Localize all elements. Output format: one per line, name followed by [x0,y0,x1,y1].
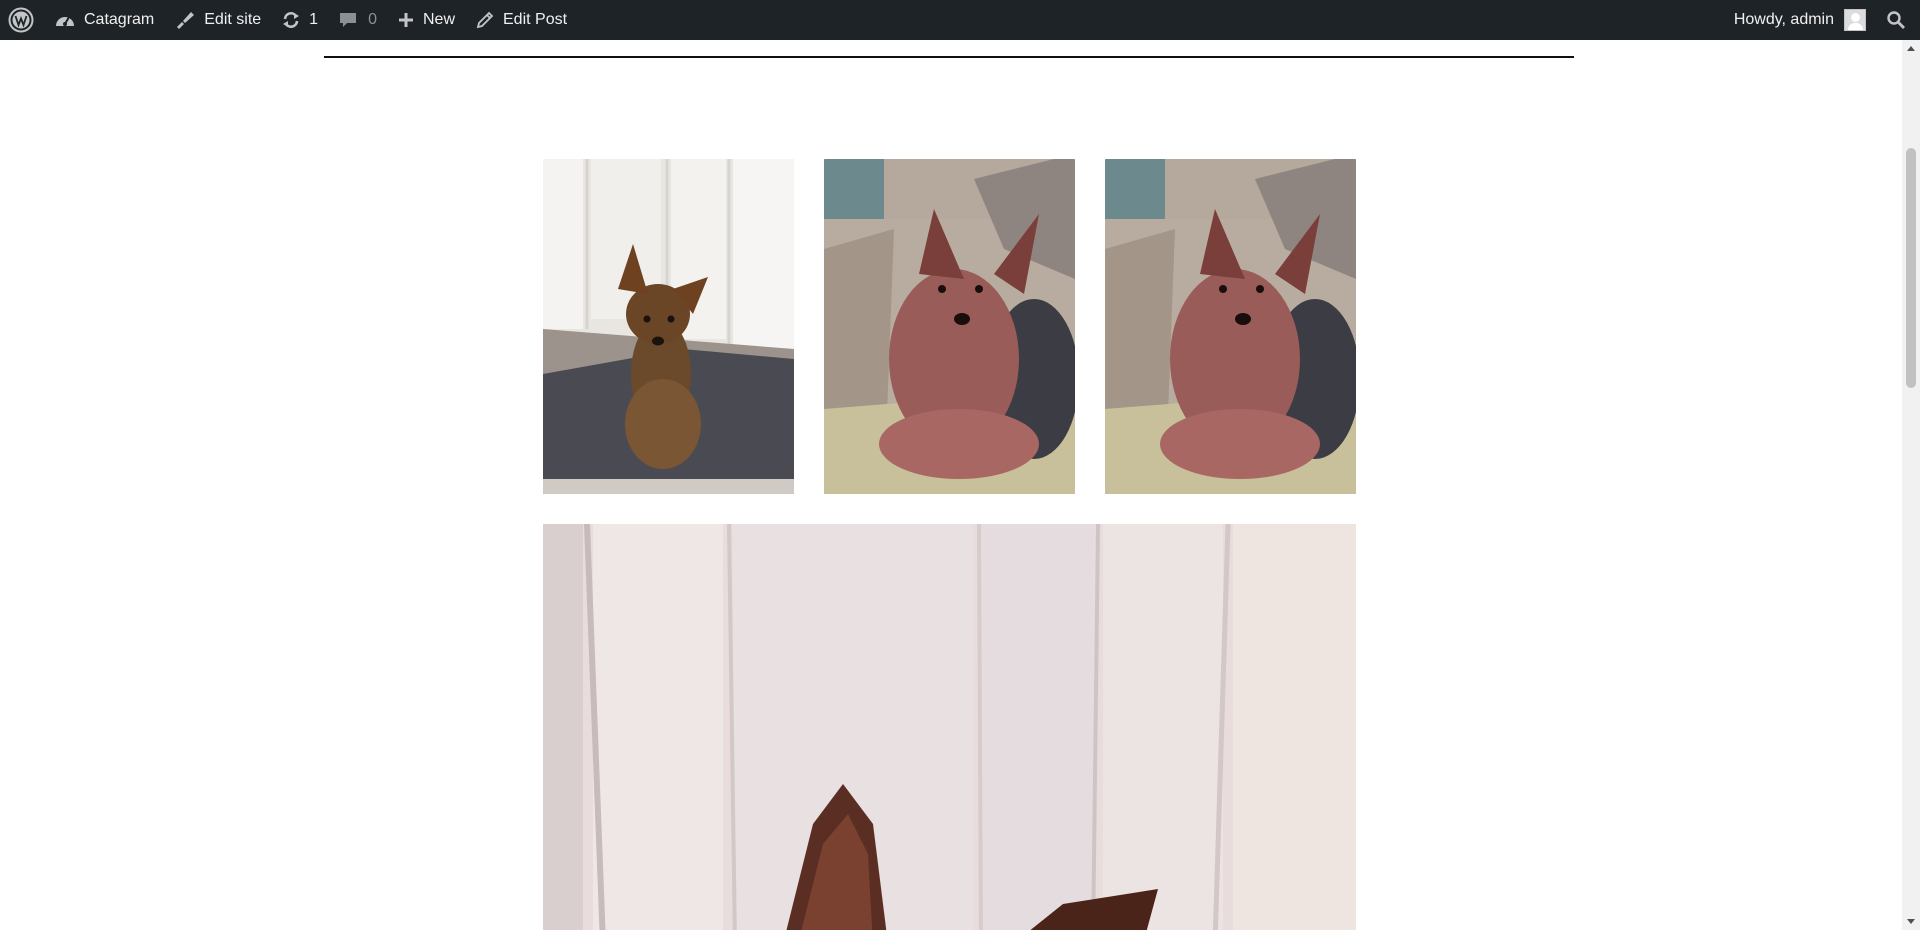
account-menu[interactable]: Howdy, admin [1724,0,1876,40]
comments-count: 0 [368,11,377,28]
wordpress-logo-icon [8,7,34,33]
edit-post-link[interactable]: Edit Post [465,0,577,40]
post-content [0,40,1902,930]
search-icon [1886,10,1906,30]
gallery-image-2[interactable] [824,159,1075,494]
gallery-image-1[interactable] [543,159,794,494]
scrollbar-thumb[interactable] [1906,148,1916,388]
search-button[interactable] [1876,0,1920,40]
brush-icon [174,10,196,30]
greeting-label: Howdy, admin [1733,11,1834,28]
updates-link[interactable]: 1 [271,0,328,40]
updates-count: 1 [309,11,319,28]
admin-bar: Catagram Edit site 1 0 New Edit Post How… [0,0,1920,40]
edit-post-label: Edit Post [503,11,568,28]
site-name-label: Catagram [84,11,155,28]
scroll-down-icon[interactable] [1907,919,1915,924]
edit-site-link[interactable]: Edit site [164,0,271,40]
plus-icon [397,11,415,29]
edit-site-label: Edit site [204,11,262,28]
site-name-menu[interactable]: Catagram [44,0,164,40]
wordpress-menu[interactable] [0,0,44,40]
gallery-image-4[interactable] [543,524,1356,930]
scroll-up-icon[interactable] [1907,46,1915,51]
page-scrollbar[interactable] [1902,40,1920,930]
new-content-menu[interactable]: New [387,0,465,40]
refresh-icon [281,10,301,30]
comment-bubble-icon [338,10,358,30]
pencil-icon [475,10,495,30]
dashboard-icon [54,11,76,29]
new-label: New [422,11,455,28]
gallery-image-3[interactable] [1105,159,1356,494]
separator [324,56,1574,58]
avatar [1844,9,1866,31]
comments-link[interactable]: 0 [328,0,387,40]
